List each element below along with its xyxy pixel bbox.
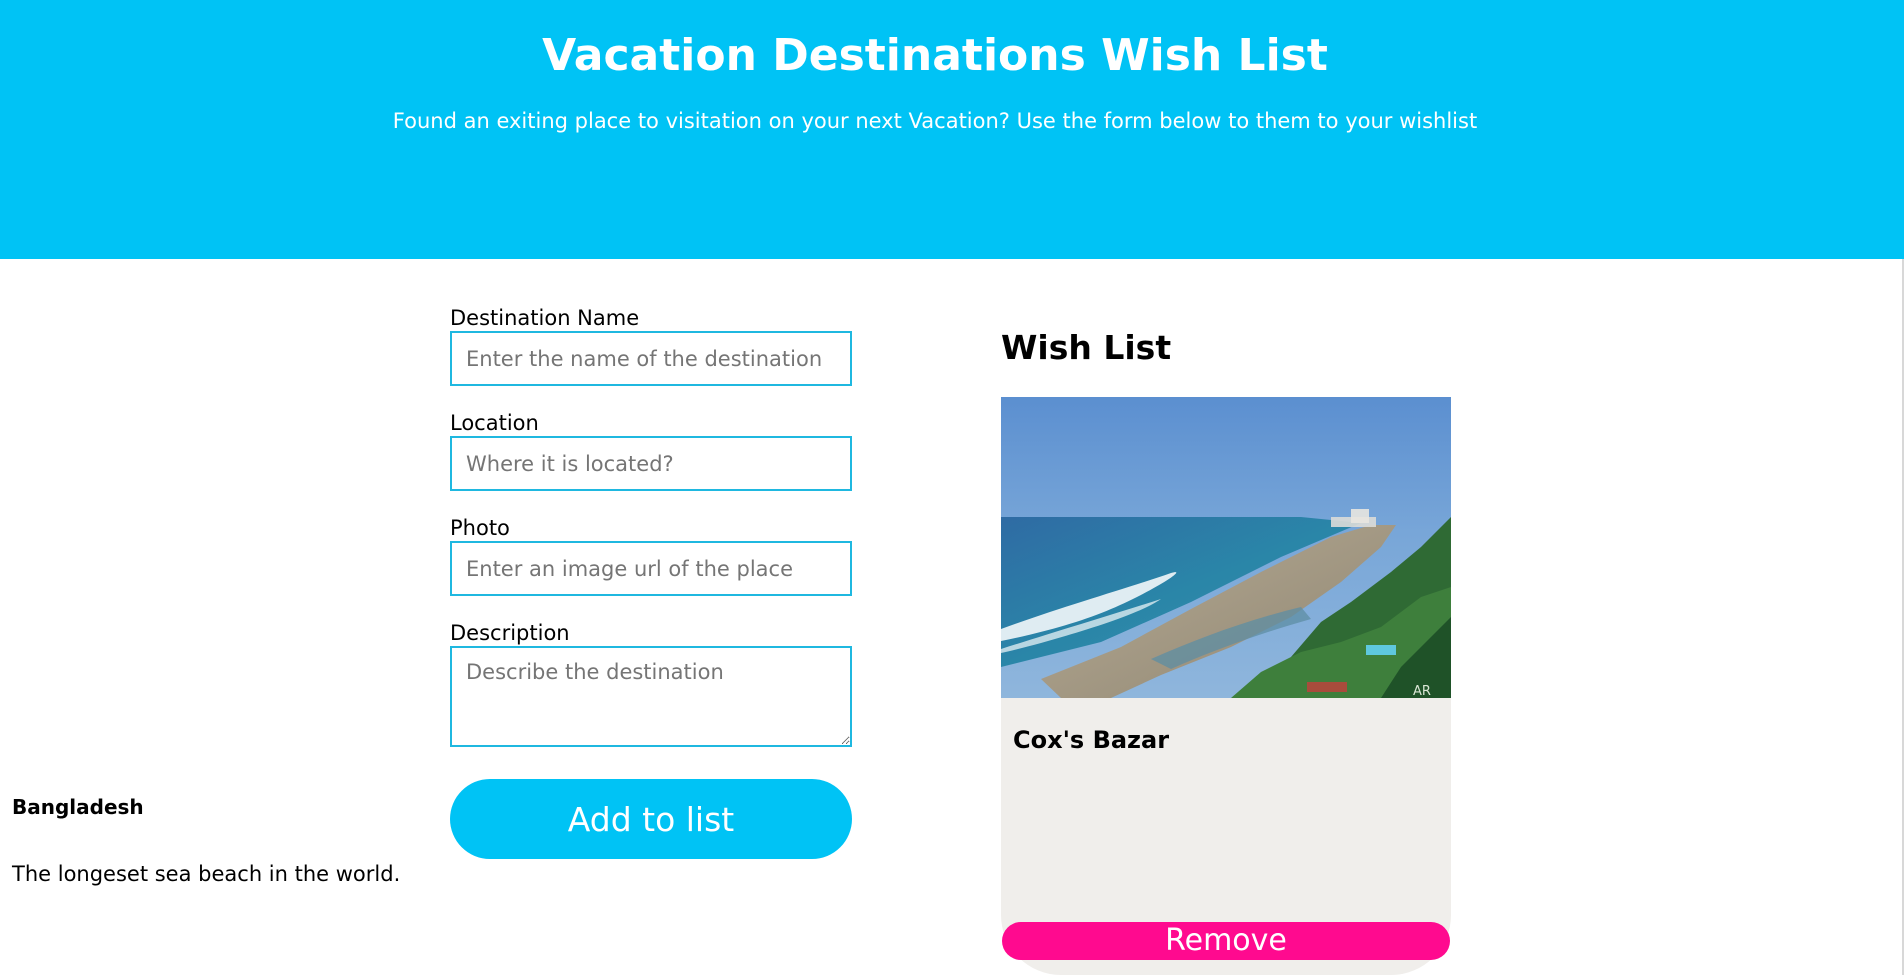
destination-name-group: Destination Name [450, 305, 852, 386]
description-group: Description [450, 620, 852, 747]
photo-url-input[interactable] [450, 541, 852, 596]
destination-name-input[interactable] [450, 331, 852, 386]
wish-list-card: AR Cox's Bazar [1001, 397, 1451, 975]
photo-label: Photo [450, 516, 510, 540]
photo-watermark: AR [1413, 684, 1431, 698]
location-label: Location [450, 411, 539, 435]
destination-name-label: Destination Name [450, 306, 640, 330]
location-group: Location [450, 410, 852, 491]
page-subtitle: Found an exiting place to visitation on … [392, 109, 1478, 133]
remove-button[interactable]: Remove [1002, 922, 1450, 960]
page-header: Vacation Destinations Wish List Found an… [0, 0, 1904, 259]
wish-list-title: Wish List [1001, 328, 1172, 367]
destination-form: Destination Name Location Photo Descript… [450, 305, 852, 747]
destination-location: Bangladesh [12, 795, 144, 819]
page-title: Vacation Destinations Wish List [542, 30, 1328, 81]
add-to-list-button[interactable]: Add to list [450, 779, 852, 859]
description-textarea[interactable] [450, 646, 852, 747]
destination-description: The longeset sea beach in the world. [12, 862, 401, 886]
destination-photo: AR [1001, 397, 1451, 698]
location-input[interactable] [450, 436, 852, 491]
photo-group: Photo [450, 515, 852, 596]
description-label: Description [450, 621, 570, 645]
destination-name: Cox's Bazar [1013, 726, 1170, 754]
